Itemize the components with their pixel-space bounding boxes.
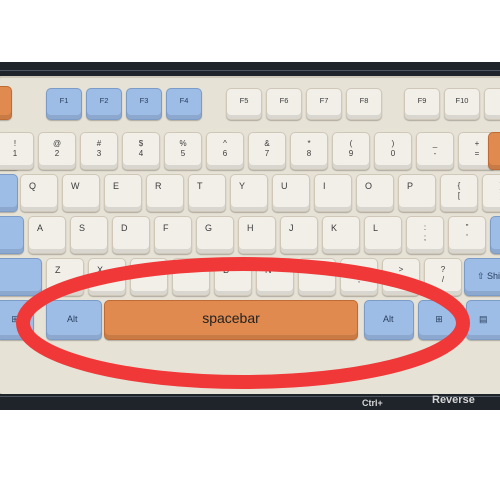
key-f2[interactable]: F2: [86, 88, 122, 120]
key-period[interactable]: >.: [382, 258, 420, 296]
key-f9[interactable]: F9: [404, 88, 440, 120]
key-f7[interactable]: F7: [306, 88, 342, 120]
key-f1[interactable]: F1: [46, 88, 82, 120]
keyboard-body: F1 F2 F3 F4 F5 F6 F7 F8 F9 F10 @2 ! 1 #3 …: [0, 76, 500, 394]
key-minus[interactable]: _ -: [416, 132, 454, 170]
key-6[interactable]: ^ 6: [206, 132, 244, 170]
windows-icon: ⊞: [435, 314, 443, 324]
key-k[interactable]: K: [322, 216, 360, 254]
key-f3[interactable]: F3: [126, 88, 162, 120]
key-c[interactable]: C: [130, 258, 168, 296]
key-slash[interactable]: ? /: [424, 258, 462, 296]
key-f6[interactable]: F6: [266, 88, 302, 120]
key-left-win[interactable]: ⊞: [0, 300, 34, 340]
key-g[interactable]: G: [196, 216, 234, 254]
key-comma[interactable]: <,: [340, 258, 378, 296]
key-p[interactable]: P: [398, 174, 436, 212]
key-o[interactable]: O: [356, 174, 394, 212]
key-n[interactable]: N: [256, 258, 294, 296]
key-f8[interactable]: F8: [346, 88, 382, 120]
key-v[interactable]: V: [172, 258, 210, 296]
keyboard-photo: Reverse Ctrl+ F1 F2 F3 F4 F5 F6 F7 F8 F9…: [0, 62, 500, 410]
key-u[interactable]: U: [272, 174, 310, 212]
key-tab[interactable]: [0, 174, 18, 212]
key-l[interactable]: L: [364, 216, 402, 254]
key-left-alt[interactable]: Alt: [46, 300, 102, 340]
key-right-shift[interactable]: ⇧ Shift: [464, 258, 500, 296]
key-backspace[interactable]: [488, 132, 500, 170]
key-f10[interactable]: F10: [444, 88, 480, 120]
key-j[interactable]: J: [280, 216, 318, 254]
key-2[interactable]: @2: [38, 132, 76, 170]
key-quote[interactable]: " ': [448, 216, 486, 254]
key-e[interactable]: E: [104, 174, 142, 212]
spacebar-label: spacebar: [202, 310, 260, 326]
key-w[interactable]: W: [62, 174, 100, 212]
key-3[interactable]: #3: [80, 132, 118, 170]
key-9[interactable]: (9: [332, 132, 370, 170]
windows-icon: ⊞: [11, 314, 19, 324]
key-a[interactable]: A: [28, 216, 66, 254]
key-d[interactable]: D: [112, 216, 150, 254]
key-f5[interactable]: F5: [226, 88, 262, 120]
key-x[interactable]: X: [88, 258, 126, 296]
key-m[interactable]: M: [298, 258, 336, 296]
key-menu[interactable]: ▤: [466, 300, 500, 340]
key-1[interactable]: ! 1: [0, 132, 34, 170]
spacebar-key[interactable]: spacebar: [104, 300, 358, 340]
key-semicolon[interactable]: :;: [406, 216, 444, 254]
key-b[interactable]: B: [214, 258, 252, 296]
key-left-shift[interactable]: [0, 258, 42, 296]
key-f11[interactable]: [484, 88, 500, 120]
key-s[interactable]: S: [70, 216, 108, 254]
key-7[interactable]: & 7: [248, 132, 286, 170]
key-f[interactable]: F: [154, 216, 192, 254]
key-t[interactable]: T: [188, 174, 226, 212]
shift-up-icon: ⇧: [477, 271, 485, 281]
menu-icon: ▤: [479, 314, 488, 324]
key-4[interactable]: $4: [122, 132, 160, 170]
key-right-alt[interactable]: Alt: [364, 300, 414, 340]
key-h[interactable]: H: [238, 216, 276, 254]
key-esc[interactable]: [0, 86, 12, 120]
key-f4[interactable]: F4: [166, 88, 202, 120]
key-z[interactable]: Z: [46, 258, 84, 296]
key-r[interactable]: R: [146, 174, 184, 212]
key-right-win[interactable]: ⊞: [418, 300, 460, 340]
key-right-bracket[interactable]: }]: [482, 174, 500, 212]
key-8[interactable]: * 8: [290, 132, 328, 170]
key-i[interactable]: I: [314, 174, 352, 212]
key-caps-lock[interactable]: [0, 216, 24, 254]
mat-text-ctrl: Ctrl+: [362, 398, 383, 408]
mat-text-reverse: Reverse: [432, 394, 475, 406]
key-y[interactable]: Y: [230, 174, 268, 212]
key-5[interactable]: % 5: [164, 132, 202, 170]
key-left-bracket[interactable]: {[: [440, 174, 478, 212]
key-enter[interactable]: [490, 216, 500, 254]
key-0[interactable]: ) 0: [374, 132, 412, 170]
key-q[interactable]: Q: [20, 174, 58, 212]
